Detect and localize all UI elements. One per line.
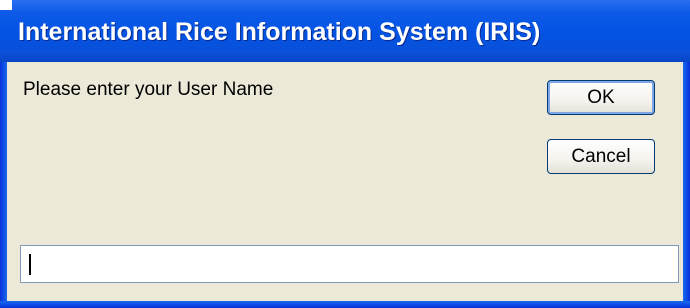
title-bar-corner — [0, 0, 12, 10]
window-frame-right — [683, 62, 690, 308]
window-frame-left — [0, 62, 7, 308]
login-dialog-window: International Rice Information System (I… — [0, 0, 690, 308]
ok-button[interactable]: OK — [547, 80, 655, 115]
title-bar[interactable]: International Rice Information System (I… — [0, 0, 690, 62]
username-input[interactable] — [20, 245, 679, 283]
window-frame-bottom — [0, 301, 690, 308]
dialog-body: Please enter your User Name OK Cancel — [7, 62, 683, 301]
username-prompt-label: Please enter your User Name — [23, 79, 274, 100]
cancel-button[interactable]: Cancel — [547, 139, 655, 174]
text-caret — [29, 254, 31, 275]
window-title: International Rice Information System (I… — [18, 18, 541, 46]
